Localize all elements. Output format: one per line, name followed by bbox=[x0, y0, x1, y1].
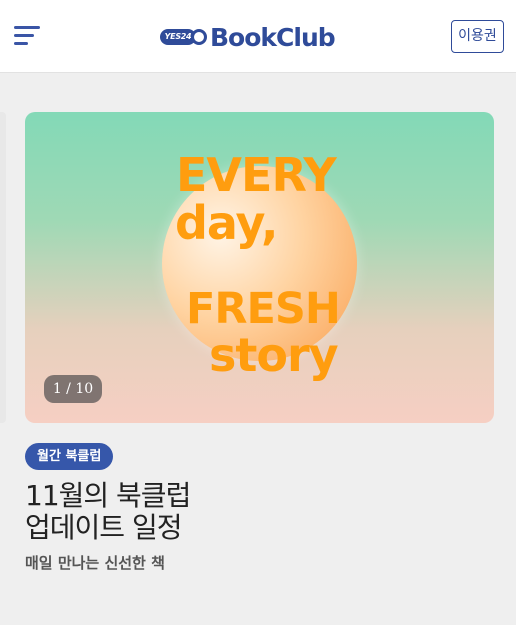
article-subtitle: 매일 만나는 신선한 책 bbox=[25, 554, 165, 572]
slide-counter: 1 / 10 bbox=[44, 375, 102, 403]
menu-line bbox=[14, 34, 34, 37]
banner-slide[interactable]: EVERY day, FRESH story 1 / 10 bbox=[25, 112, 494, 423]
previous-slide-peek bbox=[0, 112, 6, 423]
banner-art-text: day, bbox=[175, 196, 278, 250]
category-badge: 월간 북클럽 bbox=[25, 443, 114, 470]
top-header: YES24 BookClub 이용권 bbox=[0, 0, 516, 73]
article-title[interactable]: 11월의 북클럽 업데이트 일정 bbox=[25, 479, 191, 544]
banner-art-text: FRESH bbox=[186, 284, 341, 334]
article-title-line: 업데이트 일정 bbox=[25, 511, 182, 544]
logo-ring bbox=[191, 29, 207, 45]
bookclub-logo[interactable]: YES24 BookClub bbox=[160, 22, 336, 52]
usage-pass-button[interactable]: 이용권 bbox=[451, 20, 504, 53]
yes24-logo-mark: YES24 bbox=[160, 29, 207, 45]
menu-line bbox=[14, 42, 28, 45]
banner-art-text: EVERY bbox=[176, 148, 337, 202]
menu-line bbox=[14, 26, 40, 29]
hamburger-menu-icon[interactable] bbox=[14, 26, 42, 46]
logo-text: BookClub bbox=[210, 22, 336, 52]
article-title-line: 11월의 북클럽 bbox=[25, 479, 191, 512]
banner-art-text: story bbox=[209, 328, 339, 382]
